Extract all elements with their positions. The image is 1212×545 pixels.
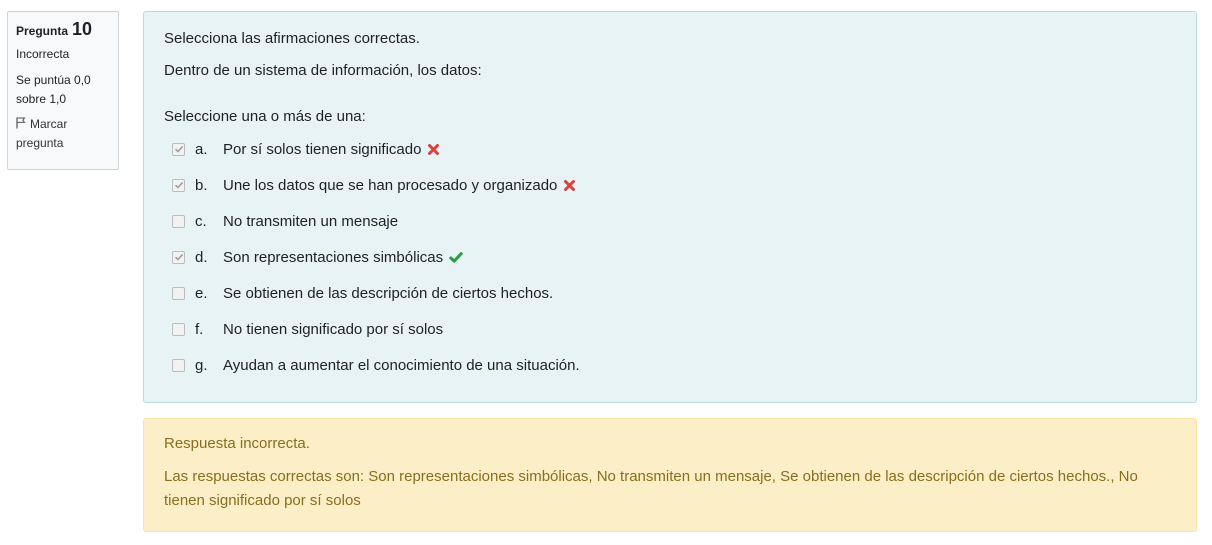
answer-letter: c. — [195, 212, 207, 230]
question-number-value: 10 — [72, 19, 93, 39]
question-formulation: Selecciona las afirmaciones correctas. D… — [143, 11, 1197, 403]
answer-option: c. No transmiten un mensaje — [164, 203, 1176, 239]
answer-prompt: Seleccione una o más de una: — [164, 108, 366, 125]
quiz-review-page: Pregunta 10 Incorrecta Se puntúa 0,0 sob… — [0, 0, 1212, 545]
answer-options: a. Por sí solos tienen significado b. Une l… — [164, 131, 1176, 383]
question-label: Pregunta — [16, 24, 69, 38]
incorrect-icon — [563, 179, 576, 192]
answer-letter: a. — [195, 140, 208, 158]
question-text: Selecciona las afirmaciones correctas. D… — [164, 28, 1176, 82]
answer-option: f. No tienen significado por sí solos — [164, 311, 1176, 347]
question-number: Pregunta 10 — [16, 20, 110, 41]
answer-option: a. Por sí solos tienen significado — [164, 131, 1176, 167]
answer-option: e. Se obtienen de las descripción de cier… — [164, 275, 1176, 311]
checkbox-check-icon — [174, 145, 183, 153]
answer-checkbox[interactable] — [172, 214, 185, 228]
feedback-right-answer: Las respuestas correctas son: Son repres… — [164, 468, 1138, 509]
question-stem: Dentro de un sistema de información, los… — [164, 62, 482, 79]
feedback-panel: Respuesta incorrecta. Las respuestas cor… — [143, 418, 1197, 532]
question-grade: Se puntúa 0,0 sobre 1,0 — [16, 73, 91, 106]
answer-checkbox[interactable] — [172, 286, 185, 300]
incorrect-icon — [427, 143, 440, 156]
answer-checkbox[interactable] — [172, 250, 185, 264]
answer-option: d. Son representaciones simbólicas — [164, 239, 1176, 275]
answer-checkbox[interactable] — [172, 322, 185, 336]
flag-icon — [16, 116, 26, 129]
answer-option: g. Ayudan a aumentar el conocimiento de u… — [164, 347, 1176, 383]
answer-letter: e. — [195, 284, 208, 302]
checkbox-check-icon — [174, 253, 183, 261]
question-info-panel: Pregunta 10 Incorrecta Se puntúa 0,0 sob… — [7, 11, 119, 170]
answer-text: Une los datos que se han procesado y org… — [223, 176, 558, 194]
answer-checkbox[interactable] — [172, 178, 185, 192]
answer-text: Se obtienen de las descripción de cierto… — [223, 284, 554, 302]
checkbox-check-icon — [174, 181, 183, 189]
answer-letter: f. — [195, 320, 204, 338]
answer-option: b. Une los datos que se han procesado y o… — [164, 167, 1176, 203]
answer-text: Son representaciones simbólicas — [223, 248, 444, 266]
answer-text: No tienen significado por sí solos — [223, 320, 444, 338]
answer-letter: g. — [195, 356, 208, 374]
feedback-result: Respuesta incorrecta. — [164, 435, 310, 452]
answer-letter: b. — [195, 176, 208, 194]
answer-letter: d. — [195, 248, 208, 266]
answer-text: No transmiten un mensaje — [223, 212, 399, 230]
answer-checkbox[interactable] — [172, 142, 185, 156]
answer-checkbox[interactable] — [172, 358, 185, 372]
correct-icon — [449, 251, 463, 264]
question-state: Incorrecta — [16, 47, 70, 61]
flag-question-button[interactable]: Marcar pregunta — [16, 115, 110, 153]
question-intro: Selecciona las afirmaciones correctas. — [164, 30, 420, 47]
answer-text: Ayudan a aumentar el conocimiento de una… — [223, 356, 580, 374]
answer-text: Por sí solos tienen significado — [223, 140, 422, 158]
